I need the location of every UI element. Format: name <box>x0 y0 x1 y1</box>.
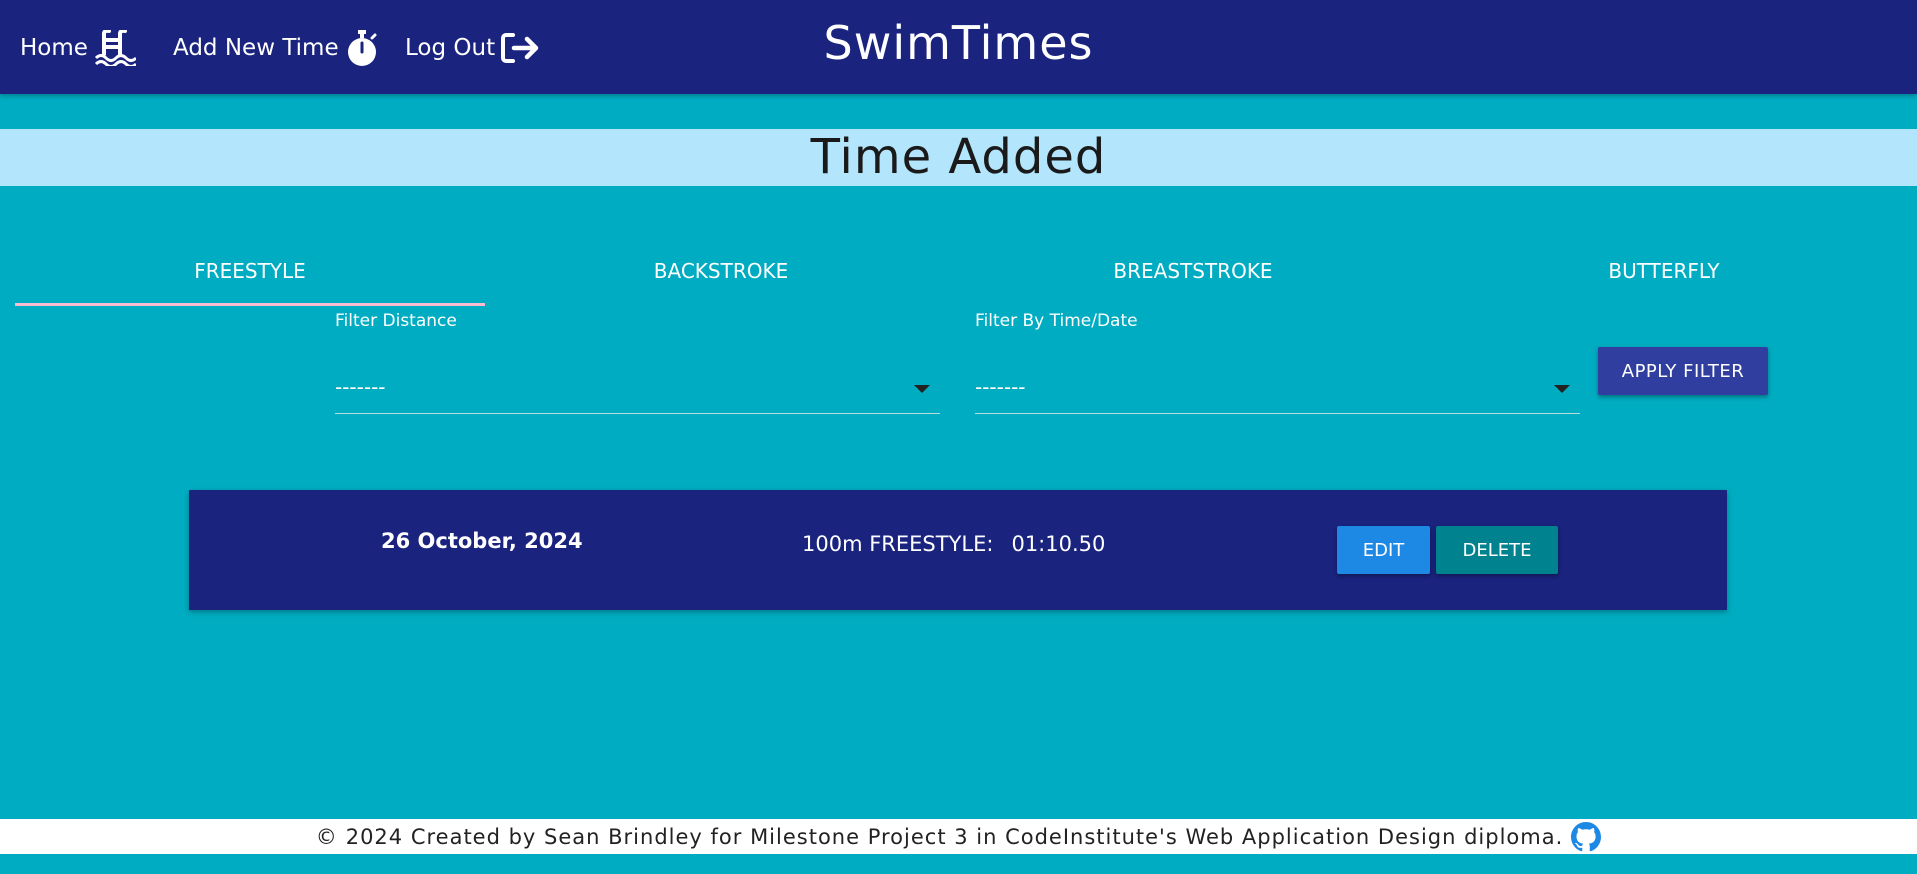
tab-backstroke[interactable]: BACKSTROKE <box>485 250 957 292</box>
nav-logout-link[interactable]: Log Out <box>405 26 541 70</box>
delete-button[interactable]: DELETE <box>1436 526 1558 574</box>
stopwatch-icon <box>345 29 379 67</box>
sign-out-icon <box>501 32 541 64</box>
copyright-symbol: © <box>315 824 338 849</box>
footer-text: 2024 Created by Sean Brindley for Milest… <box>345 824 1564 849</box>
entry-event-name: 100m FREESTYLE: <box>802 532 994 556</box>
swimming-pool-icon <box>94 30 136 66</box>
stroke-tabs: FREESTYLE BACKSTROKE BREASTSTROKE BUTTER… <box>15 250 1905 308</box>
entry-time: 01:10.50 <box>1011 532 1106 556</box>
tab-freestyle[interactable]: FREESTYLE <box>15 250 485 292</box>
nav-add-time-link[interactable]: Add New Time <box>173 26 379 70</box>
filter-distance-select[interactable]: ------- <box>335 363 940 414</box>
page-title-banner: Time Added <box>0 129 1917 186</box>
active-tab-indicator <box>15 303 485 306</box>
filter-time-value: ------- <box>975 375 1026 399</box>
nav-add-time-label: Add New Time <box>173 35 339 61</box>
tab-butterfly[interactable]: BUTTERFLY <box>1429 250 1899 292</box>
brand-logo[interactable]: SwimTimes <box>824 16 1094 70</box>
navbar: Home Add New Time Log Out SwimTimes <box>0 0 1917 94</box>
entry-date: 26 October, 2024 <box>381 529 583 553</box>
filter-time-select[interactable]: ------- <box>975 363 1580 414</box>
nav-home-label: Home <box>20 35 88 61</box>
caret-down-icon <box>1554 385 1570 393</box>
nav-home-link[interactable]: Home <box>20 26 136 70</box>
filter-time-label: Filter By Time/Date <box>975 311 1138 331</box>
caret-down-icon <box>914 385 930 393</box>
github-icon[interactable] <box>1571 821 1602 852</box>
tab-breaststroke[interactable]: BREASTSTROKE <box>957 250 1429 292</box>
apply-filter-button[interactable]: APPLY FILTER <box>1598 347 1768 395</box>
footer: © 2024 Created by Sean Brindley for Mile… <box>0 819 1917 854</box>
nav-logout-label: Log Out <box>405 35 496 61</box>
edit-button[interactable]: EDIT <box>1337 526 1430 574</box>
entry-event: 100m FREESTYLE: 01:10.50 <box>802 532 1105 556</box>
filter-distance-value: ------- <box>335 375 386 399</box>
page-title: Time Added <box>810 129 1107 185</box>
filter-distance-label: Filter Distance <box>335 311 457 331</box>
time-entry-card: 26 October, 2024 100m FREESTYLE: 01:10.50… <box>189 490 1727 610</box>
